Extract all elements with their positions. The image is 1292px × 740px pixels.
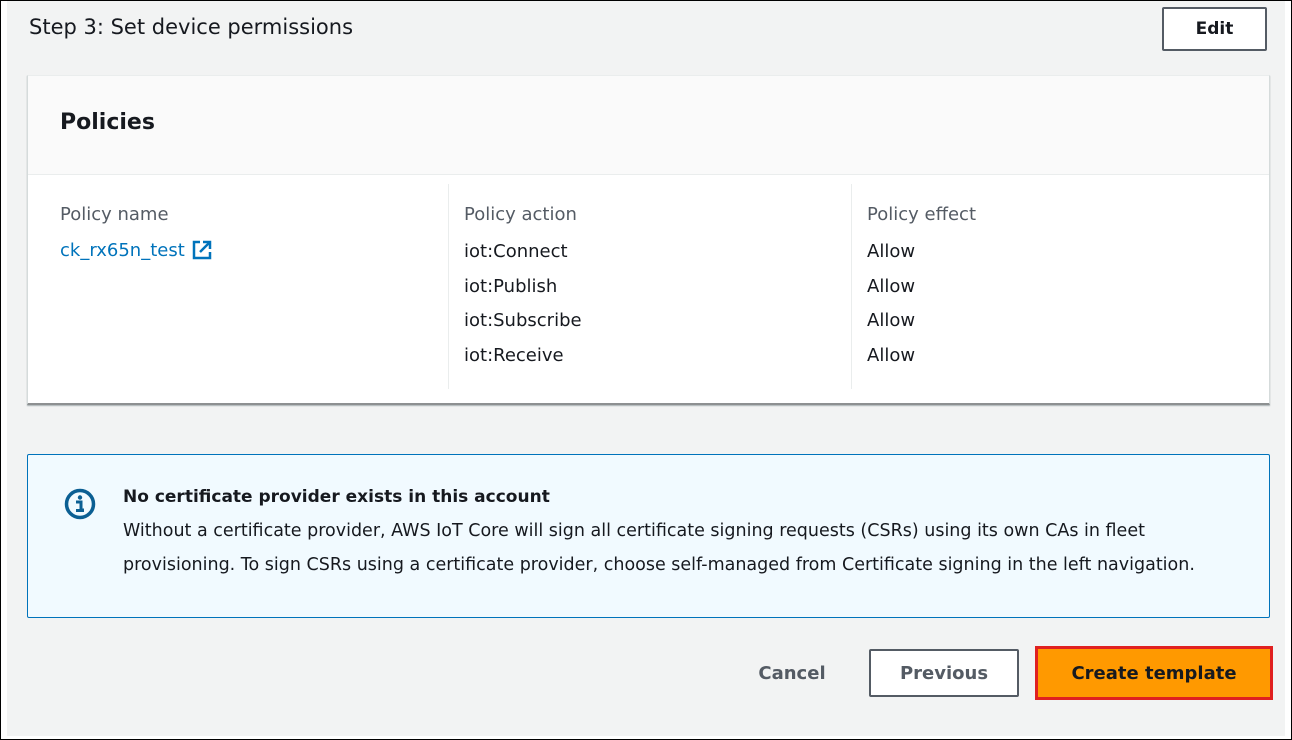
- policy-effect-item: Allow: [867, 344, 916, 366]
- policy-action-column: Policy action iot:Connect iot:Publish io…: [448, 184, 852, 389]
- previous-button[interactable]: Previous: [869, 649, 1019, 697]
- policies-card-header: Policies: [28, 76, 1269, 175]
- info-title: No certificate provider exists in this a…: [123, 487, 550, 507]
- policy-action-list: iot:Connect iot:Publish iot:Subscribe io…: [464, 240, 582, 378]
- policy-action-item: iot:Connect: [464, 241, 568, 262]
- policy-effect-column: Policy effect Allow Allow Allow Allow: [851, 184, 1252, 389]
- policy-name-text: ck_rx65n_test: [60, 239, 185, 261]
- cancel-button[interactable]: Cancel: [737, 649, 847, 697]
- policy-name-column: Policy name ck_rx65n_test: [28, 184, 448, 389]
- page-content: Step 3: Set device permissions Edit Poli…: [7, 1, 1285, 736]
- policy-action-item: iot:Publish: [464, 275, 558, 297]
- info-alert: No certificate provider exists in this a…: [27, 454, 1270, 618]
- policies-heading: Policies: [60, 110, 155, 135]
- policy-action-item: iot:Receive: [464, 344, 564, 366]
- policy-action-label: Policy action: [464, 204, 577, 225]
- create-template-button[interactable]: Create template: [1035, 646, 1273, 700]
- info-body: Without a certificate provider, AWS IoT …: [123, 521, 1195, 575]
- info-icon: [64, 488, 96, 520]
- screenshot-frame: Step 3: Set device permissions Edit Poli…: [0, 0, 1292, 740]
- policy-effect-item: Allow: [867, 310, 916, 331]
- policy-effect-item: Allow: [867, 241, 916, 262]
- policy-effect-label: Policy effect: [867, 204, 977, 225]
- policies-card: Policies Policy name ck_rx65n_test Polic…: [27, 75, 1270, 405]
- edit-button[interactable]: Edit: [1162, 7, 1267, 51]
- external-link-icon: [191, 239, 213, 261]
- step-title: Step 3: Set device permissions: [29, 15, 354, 39]
- policy-name-label: Policy name: [60, 204, 169, 225]
- policy-effect-list: Allow Allow Allow Allow: [867, 240, 915, 378]
- policy-name-link[interactable]: ck_rx65n_test: [60, 239, 213, 261]
- policy-action-item: iot:Subscribe: [464, 310, 582, 331]
- policy-effect-item: Allow: [867, 275, 916, 297]
